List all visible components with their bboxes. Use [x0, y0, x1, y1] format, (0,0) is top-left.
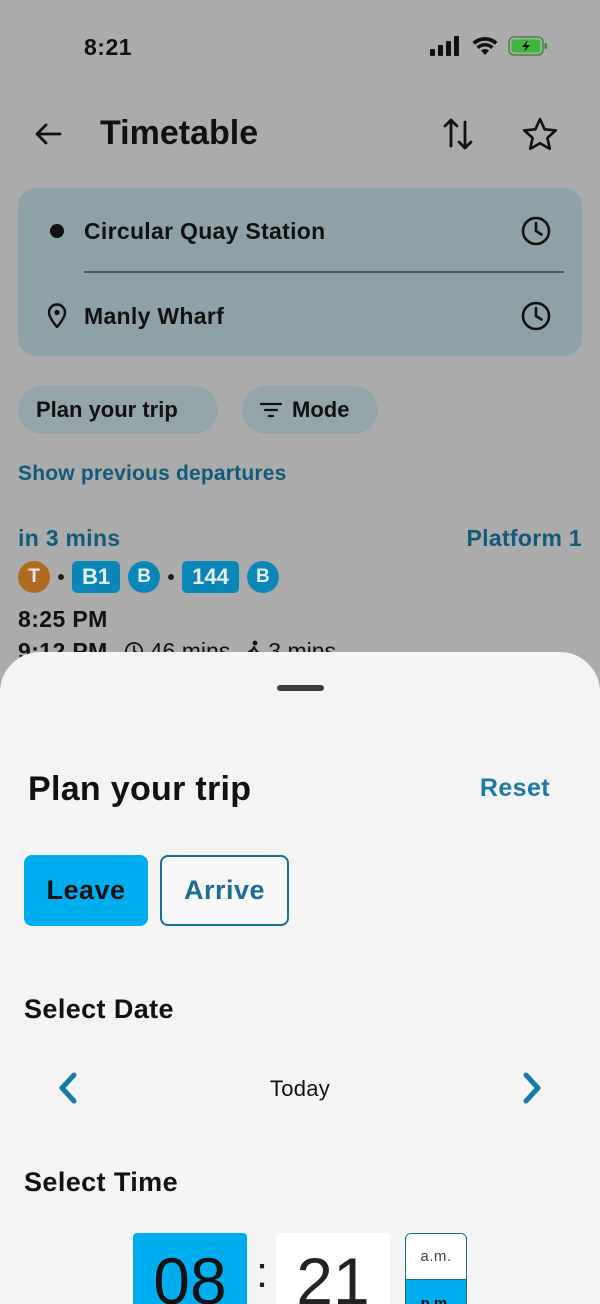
leave-toggle[interactable]: Leave — [24, 855, 148, 926]
location-pin-icon — [46, 303, 68, 329]
selected-date: Today — [269, 1076, 331, 1101]
leg-separator — [168, 574, 175, 580]
select-date-label: Select Date — [24, 994, 174, 1024]
filter-icon — [260, 402, 282, 418]
status-bar: 8:21 — [0, 0, 600, 96]
sheet-grabber[interactable] — [277, 685, 324, 691]
back-button[interactable] — [28, 114, 68, 154]
destination-name: Manly Wharf — [84, 302, 225, 329]
origin-name: Circular Quay Station — [84, 217, 326, 244]
reset-button[interactable]: Reset — [480, 774, 550, 803]
train-mode-icon: T — [18, 561, 50, 593]
select-time-label: Select Time — [24, 1167, 178, 1197]
origin-row[interactable]: Circular Quay Station — [18, 201, 582, 261]
swap-icon — [443, 118, 473, 150]
minute-picker[interactable]: 21 — [276, 1233, 390, 1304]
am-option[interactable]: a.m. — [406, 1234, 466, 1280]
bus-mode-icon: B — [128, 561, 161, 593]
mode-filter-chip-label: Mode — [292, 397, 350, 422]
page-title: Timetable — [100, 114, 259, 152]
time-separator: : — [255, 1248, 269, 1297]
plan-trip-chip[interactable]: Plan your trip — [18, 386, 218, 434]
pm-option[interactable]: p.m. — [406, 1280, 466, 1304]
favourite-button[interactable] — [518, 112, 562, 156]
clock-icon[interactable] — [520, 300, 552, 332]
status-icons — [430, 36, 548, 56]
star-icon — [522, 117, 558, 151]
departure-time: 8:25 PM — [18, 606, 108, 632]
leg-separator — [58, 574, 64, 580]
hour-picker[interactable]: 08 — [133, 1233, 247, 1304]
route-badge-144: 144 — [182, 561, 239, 593]
departure-legs: T B1 B 144 B — [18, 561, 279, 593]
plan-trip-sheet: Plan your trip Reset Leave Arrive Select… — [0, 652, 600, 1304]
chevron-left-icon — [59, 1072, 77, 1104]
sheet-title: Plan your trip — [28, 770, 252, 808]
departure-platform: Platform 1 — [466, 525, 582, 551]
back-arrow-icon — [35, 123, 62, 145]
arrive-toggle[interactable]: Arrive — [160, 855, 289, 926]
wifi-icon — [472, 36, 498, 55]
swap-button[interactable] — [436, 112, 480, 156]
bus-mode-icon: B — [246, 561, 279, 593]
next-date-button[interactable] — [512, 1068, 552, 1108]
battery-icon — [508, 36, 547, 56]
chevron-right-icon — [523, 1072, 541, 1104]
status-time: 8:21 — [84, 34, 133, 60]
am-pm-toggle: a.m. p.m. — [405, 1233, 467, 1304]
origin-dot-icon — [50, 224, 64, 238]
route-badge-b1: B1 — [72, 561, 121, 593]
signal-icon — [430, 36, 459, 56]
show-previous-departures-link[interactable]: Show previous departures — [18, 462, 287, 486]
mode-filter-chip[interactable]: Mode — [242, 386, 378, 434]
clock-icon[interactable] — [520, 215, 552, 247]
plan-trip-chip-label: Plan your trip — [36, 397, 178, 422]
route-card: Circular Quay Station Manly Wharf — [18, 188, 582, 356]
route-divider — [84, 271, 564, 273]
destination-row[interactable]: Manly Wharf — [18, 286, 582, 346]
app-bar: Timetable — [0, 100, 600, 170]
departure-countdown: in 3 mins — [18, 525, 121, 551]
previous-date-button[interactable] — [48, 1068, 88, 1108]
